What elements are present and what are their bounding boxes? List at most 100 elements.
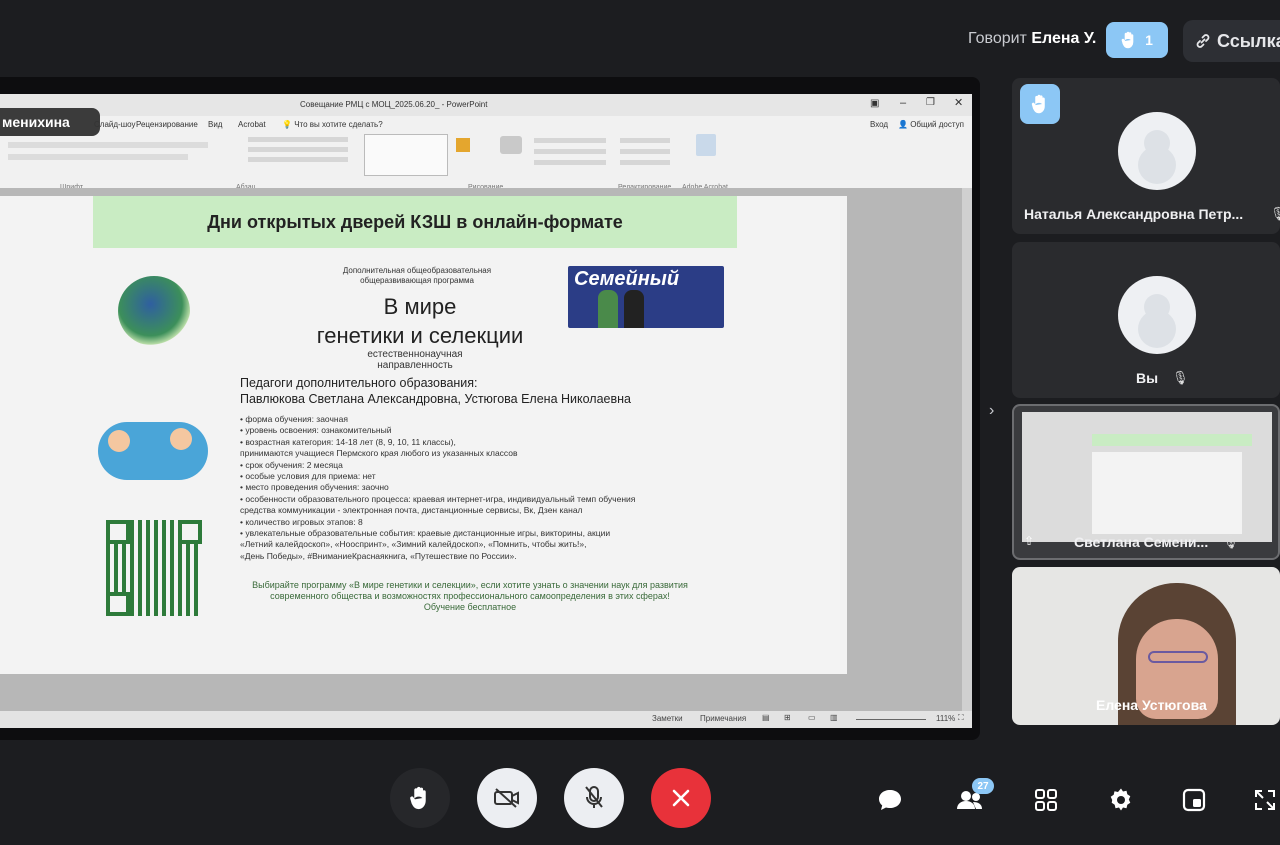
program-title: В мире генетики и селекции [270, 292, 570, 350]
presenter-name-overlay: менихина [0, 108, 100, 136]
maximize-button[interactable]: ❐ [926, 97, 935, 108]
hand-icon [1031, 94, 1045, 114]
slide-footer-line-3: Обучение бесплатное [423, 602, 517, 612]
list-item: особенности образовательного процесса: к… [240, 494, 750, 505]
copy-link-button[interactable]: Ссылка [1183, 20, 1280, 62]
hand-icon [410, 786, 426, 810]
participants-button[interactable]: 27 [948, 778, 994, 822]
mic-off-icon [585, 786, 603, 808]
qr-code[interactable] [106, 520, 202, 616]
mic-off-icon: 🎙 [1270, 206, 1280, 221]
ppt-doc-title: Совещание РМЦ с МОЦ_2025.06.20_ - PowerP… [300, 100, 488, 109]
tab-review[interactable]: Рецензирование [136, 120, 198, 129]
reading-view-icon[interactable]: ▭ [808, 713, 816, 722]
ribbon-display-icon[interactable]: ▣ [870, 98, 879, 109]
sign-in-link[interactable]: Вход [870, 120, 888, 129]
speaker-name: Елена У. [1031, 30, 1097, 47]
arrange-button[interactable] [452, 134, 482, 164]
fullscreen-button[interactable] [1250, 778, 1280, 822]
list-item: количество игровых этапов: 8 [240, 517, 750, 528]
mic-off-icon: 🎙 [1222, 534, 1239, 549]
ppt-titlebar: Совещание РМЦ с МОЦ_2025.06.20_ - PowerP… [0, 94, 972, 116]
list-item: средства коммуникации - электронная почт… [240, 505, 583, 516]
person-figure [598, 290, 618, 328]
powerpoint-window: Совещание РМЦ с МОЦ_2025.06.20_ - PowerP… [0, 94, 972, 728]
chevron-right-icon[interactable]: › [989, 402, 994, 420]
speaker-prefix: Говорит [968, 30, 1027, 47]
participant-tile-video[interactable]: Елена Устюгова [1012, 567, 1280, 725]
list-item: уровень освоения: ознакомительный [240, 425, 750, 436]
slide-sorter-icon[interactable]: ⊞ [784, 713, 791, 722]
fit-slide-icon[interactable]: ⛶ [958, 713, 964, 723]
program-type-line-1: Дополнительная общеобразовательная [342, 266, 492, 275]
zoom-level[interactable]: 111% [936, 714, 955, 723]
quick-styles-button[interactable] [500, 136, 522, 154]
pip-icon [1182, 788, 1206, 812]
slide-footer-line-1: Выбирайте программу «В мире генетики и с… [252, 580, 688, 590]
participant-name: Наталья Александровна Петр... [1024, 206, 1244, 222]
arrange-icon [456, 138, 470, 152]
participant-name: Светлана Семени... [1074, 534, 1209, 550]
avatar [1118, 112, 1196, 190]
list-item: принимаются учащиеся Пермского края любо… [240, 448, 518, 459]
editing-tools[interactable] [620, 132, 680, 176]
camera-toggle-button[interactable] [477, 768, 537, 828]
share-button[interactable]: 👤 Общий доступ [898, 120, 964, 129]
normal-view-icon[interactable]: ▤ [762, 713, 770, 722]
list-item: возрастная категория: 14-18 лет (8, 9, 1… [240, 437, 750, 448]
ppt-statusbar: Заметки Примечания ▤ ⊞ ▭ ▥ 111% ⛶ [0, 711, 972, 728]
comments-button[interactable]: Примечания [700, 714, 746, 723]
teachers-label: Педагоги дополнительного образования: [240, 376, 478, 390]
tab-acrobat[interactable]: Acrobat [238, 120, 266, 129]
slide-banner: Дни открытых дверей КЗШ в онлайн-формате [93, 196, 737, 248]
teachers-names: Павлюкова Светлана Александровна, Устюго… [240, 392, 631, 406]
avatar [1118, 276, 1196, 354]
school-logo [118, 276, 190, 346]
mic-toggle-button[interactable] [564, 768, 624, 828]
font-tools[interactable] [8, 136, 228, 176]
zoom-slider[interactable] [856, 719, 926, 720]
create-pdf-button[interactable] [696, 134, 716, 156]
list-item: «Летний калейдоскоп», «Нооспринт», «Зимн… [240, 539, 587, 550]
raised-hands-count: 1 [1145, 32, 1153, 48]
close-window-button[interactable]: ✕ [954, 96, 963, 109]
participant-tile-screen-share[interactable]: Светлана Семени... ⇧ 🎙 [1012, 404, 1280, 560]
participant-name: Елена Устюгова [1096, 697, 1207, 713]
settings-button[interactable] [1099, 778, 1143, 822]
participants-count-badge: 27 [972, 778, 994, 794]
person-icon: 👤 [898, 120, 908, 129]
search-placeholder: Что вы хотите сделать? [294, 120, 383, 129]
end-call-button[interactable] [651, 768, 711, 828]
link-icon [1196, 34, 1210, 48]
participant-tile[interactable]: Наталья Александровна Петр... 🎙 [1012, 78, 1280, 234]
vertical-scrollbar[interactable] [962, 188, 972, 712]
shape-format-tools[interactable] [534, 132, 614, 176]
program-title-line-1: В мире [383, 294, 457, 319]
tab-view[interactable]: Вид [208, 120, 222, 129]
search-tell-me[interactable]: 💡 Что вы хотите сделать? [282, 120, 383, 129]
shapes-gallery[interactable] [364, 134, 448, 176]
paragraph-tools[interactable] [248, 132, 358, 176]
chat-button[interactable] [868, 778, 912, 822]
minimize-button[interactable]: – [900, 97, 906, 109]
picture-in-picture-button[interactable] [1172, 778, 1216, 822]
layout-grid-button[interactable] [1024, 778, 1068, 822]
tab-slideshow[interactable]: Слайд-шоу [94, 120, 135, 129]
raised-hands-button[interactable]: 1 [1106, 22, 1168, 58]
person-figure [624, 290, 644, 328]
active-speaker: Говорит Елена У. [968, 30, 1096, 48]
raise-hand-button[interactable] [390, 768, 450, 828]
raised-hand-badge [1020, 84, 1060, 124]
program-details-list: форма обучения: заочная уровень освоения… [240, 414, 750, 562]
chat-icon [879, 790, 901, 810]
list-item: срок обучения: 2 месяца [240, 460, 750, 471]
share-label: Общий доступ [910, 120, 964, 129]
program-direction-line-2: направленность [377, 360, 453, 371]
mic-off-icon: 🎙 [1172, 370, 1189, 385]
slideshow-view-icon[interactable]: ▥ [830, 713, 838, 722]
close-icon [672, 789, 690, 807]
notes-button[interactable]: Заметки [652, 714, 683, 723]
gear-icon [1110, 788, 1131, 811]
participant-tile[interactable]: Вы 🎙 [1012, 242, 1280, 398]
link-label: Ссылка [1217, 30, 1280, 51]
